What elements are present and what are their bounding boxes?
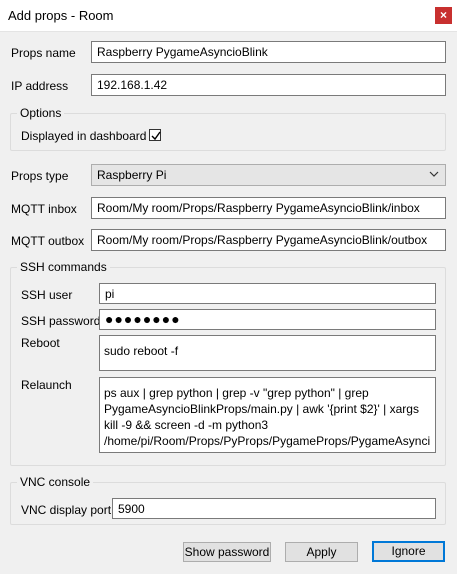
mqtt-inbox-input[interactable]: Room/My room/Props/Raspberry PygameAsync… bbox=[91, 197, 446, 219]
ip-address-label: IP address bbox=[11, 79, 69, 93]
mqtt-outbox-value: Room/My room/Props/Raspberry PygameAsync… bbox=[97, 233, 428, 247]
ssh-user-input[interactable]: pi bbox=[99, 283, 436, 304]
mqtt-outbox-input[interactable]: Room/My room/Props/Raspberry PygameAsync… bbox=[91, 229, 446, 251]
props-type-label: Props type bbox=[11, 169, 69, 183]
mqtt-inbox-value: Room/My room/Props/Raspberry PygameAsync… bbox=[97, 201, 420, 215]
vnc-display-port-input[interactable]: 5900 bbox=[112, 498, 436, 519]
close-icon: × bbox=[439, 8, 447, 22]
props-type-value: Raspberry Pi bbox=[97, 168, 167, 182]
ssh-commands-group-title: SSH commands bbox=[17, 260, 110, 274]
ssh-user-label: SSH user bbox=[21, 288, 73, 302]
ip-address-value: 192.168.1.42 bbox=[97, 78, 168, 92]
props-name-label: Props name bbox=[11, 46, 76, 60]
displayed-in-dashboard-checkbox[interactable] bbox=[149, 129, 161, 141]
ip-address-input[interactable]: 192.168.1.42 bbox=[91, 74, 446, 96]
show-password-button[interactable]: Show password bbox=[183, 542, 271, 562]
window-title: Add props - Room bbox=[8, 8, 114, 23]
ssh-user-value: pi bbox=[105, 287, 115, 301]
apply-button[interactable]: Apply bbox=[285, 542, 358, 562]
props-name-input[interactable]: Raspberry PygameAsyncioBlink bbox=[91, 41, 446, 63]
vnc-display-port-value: 5900 bbox=[118, 502, 145, 516]
options-group-title: Options bbox=[17, 106, 65, 120]
check-icon bbox=[151, 131, 161, 141]
reboot-command-value: sudo reboot -f bbox=[104, 344, 179, 358]
props-type-select[interactable]: Raspberry Pi bbox=[91, 164, 446, 186]
props-name-value: Raspberry PygameAsyncioBlink bbox=[97, 45, 268, 59]
vnc-console-group-title: VNC console bbox=[17, 475, 94, 489]
mqtt-inbox-label: MQTT inbox bbox=[11, 202, 77, 216]
ssh-password-value: ●●●●●●●● bbox=[105, 311, 181, 327]
relaunch-label: Relaunch bbox=[21, 378, 72, 392]
mqtt-outbox-label: MQTT outbox bbox=[11, 234, 85, 248]
relaunch-command-textarea[interactable]: ps aux | grep python | grep -v "grep pyt… bbox=[99, 377, 436, 453]
ssh-password-label: SSH password bbox=[21, 314, 101, 328]
reboot-label: Reboot bbox=[21, 336, 60, 350]
reboot-command-textarea[interactable]: sudo reboot -f bbox=[99, 335, 436, 371]
vnc-display-port-label: VNC display port bbox=[21, 503, 112, 517]
relaunch-command-value: ps aux | grep python | grep -v "grep pyt… bbox=[104, 386, 431, 452]
ignore-button[interactable]: Ignore bbox=[372, 541, 445, 562]
title-bar: Add props - Room × bbox=[0, 0, 457, 32]
chevron-down-icon bbox=[429, 171, 439, 177]
close-button[interactable]: × bbox=[435, 7, 452, 24]
ssh-password-input[interactable]: ●●●●●●●● bbox=[99, 309, 436, 330]
displayed-in-dashboard-label: Displayed in dashboard bbox=[21, 129, 147, 143]
